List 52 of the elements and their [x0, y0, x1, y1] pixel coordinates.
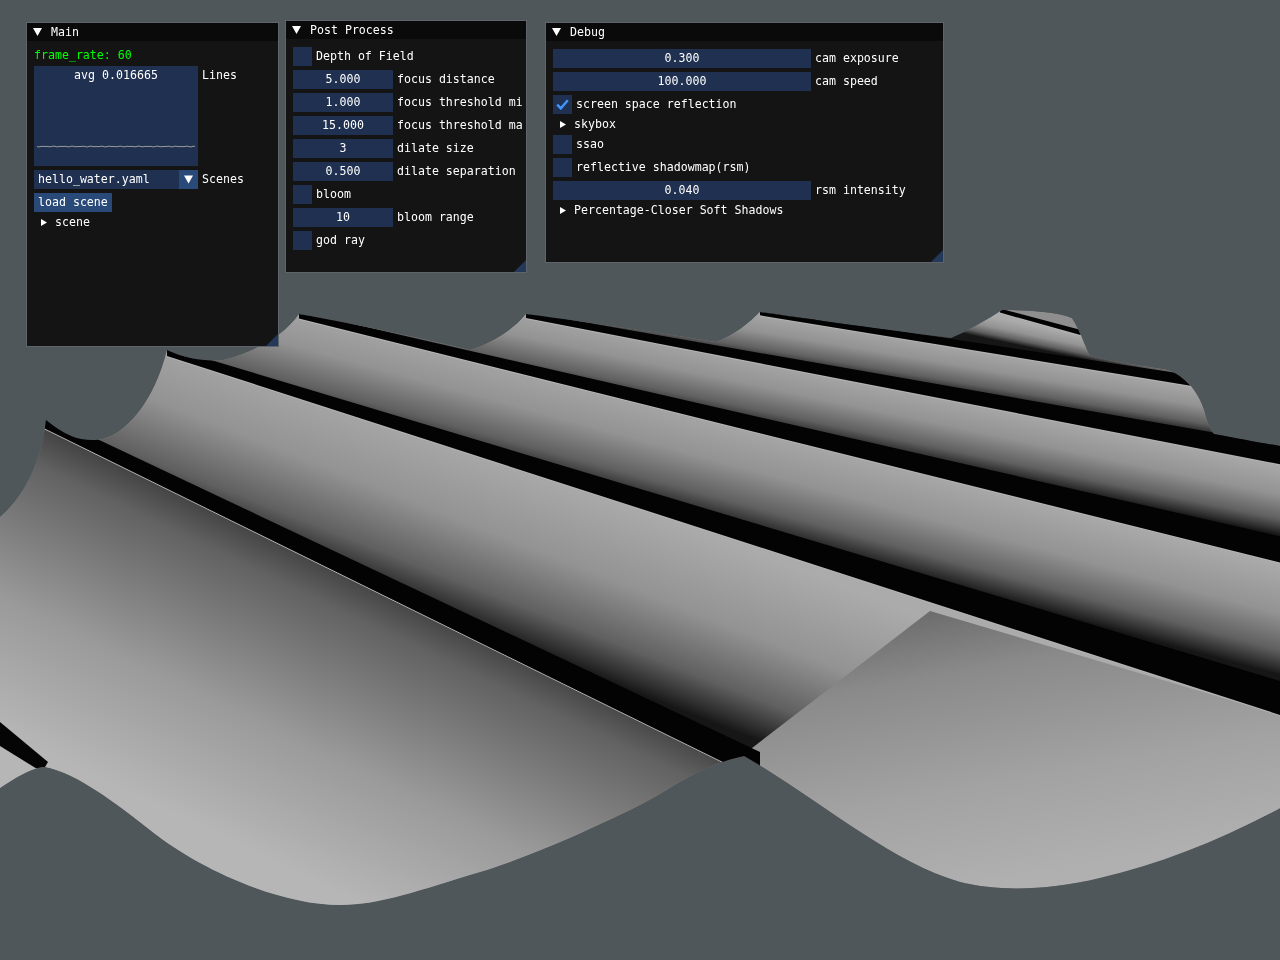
load-scene-button[interactable]: load scene	[34, 193, 112, 212]
caret-down-icon[interactable]	[292, 26, 301, 34]
checkbox-label: reflective shadowmap(rsm)	[576, 161, 751, 174]
resize-grip-icon[interactable]	[931, 250, 943, 262]
window-title: Debug	[570, 25, 605, 39]
field-label: focus threshold ma	[397, 119, 523, 132]
resize-grip-icon[interactable]	[514, 260, 526, 272]
checkbox-label: god ray	[316, 234, 365, 247]
colored-text: frame_rate: 60	[34, 49, 132, 62]
caret-right-icon[interactable]	[41, 219, 47, 226]
checkbox-label: ssao	[576, 138, 604, 151]
field-label: dilate size	[397, 142, 474, 155]
plot-label: Lines	[202, 67, 237, 82]
checkbox-label: bloom	[316, 188, 351, 201]
field-label: focus distance	[397, 73, 495, 86]
field-label: cam speed	[815, 75, 878, 88]
caret-down-icon[interactable]	[552, 28, 561, 36]
window-title: Main	[51, 25, 79, 39]
drag-field[interactable]: 0.500	[293, 162, 393, 181]
combo-box[interactable]: hello_water.yaml	[34, 170, 198, 189]
checkbox[interactable]	[553, 95, 572, 114]
drag-field[interactable]: 0.040	[553, 181, 811, 200]
field-label: focus threshold mi	[397, 96, 523, 109]
checkbox-label: screen space reflection	[576, 98, 737, 111]
field-label: bloom range	[397, 211, 474, 224]
plot-overlay-text: avg 0.016665	[74, 69, 158, 82]
tree-node[interactable]: Percentage-Closer Soft Shadows	[553, 204, 784, 217]
field-label: cam exposure	[815, 52, 899, 65]
checkbox[interactable]	[553, 158, 572, 177]
drag-field[interactable]: 10	[293, 208, 393, 227]
drag-field[interactable]: 15.000	[293, 116, 393, 135]
field-label: dilate separation	[397, 165, 516, 178]
checkbox[interactable]	[293, 185, 312, 204]
caret-right-icon[interactable]	[560, 207, 566, 214]
drag-field[interactable]: 1.000	[293, 93, 393, 112]
drag-field[interactable]: 5.000	[293, 70, 393, 89]
check-icon	[556, 99, 569, 110]
tree-node[interactable]: scene	[34, 216, 90, 229]
window-title: Post Process	[310, 23, 394, 37]
field-label: rsm intensity	[815, 184, 906, 197]
checkbox[interactable]	[293, 231, 312, 250]
checkbox[interactable]	[293, 47, 312, 66]
drag-field[interactable]: 100.000	[553, 72, 811, 91]
caret-down-icon[interactable]	[33, 28, 42, 36]
tree-node[interactable]: skybox	[553, 118, 616, 131]
checkbox[interactable]	[553, 135, 572, 154]
caret-down-icon[interactable]	[179, 170, 198, 189]
drag-field[interactable]: 3	[293, 139, 393, 158]
caret-right-icon[interactable]	[560, 121, 566, 128]
combo-label: Scenes	[202, 173, 244, 186]
drag-field[interactable]: 0.300	[553, 49, 811, 68]
checkbox-label: Depth of Field	[316, 50, 414, 63]
